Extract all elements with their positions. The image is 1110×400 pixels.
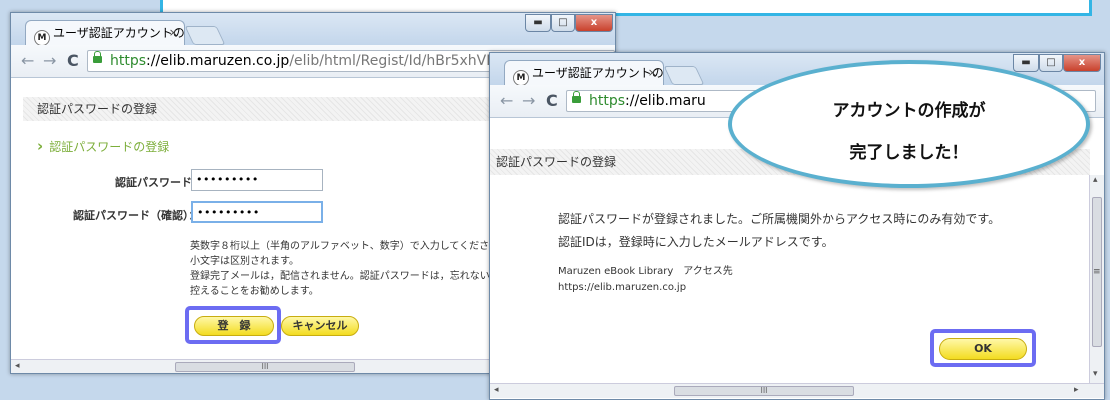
ok-button-highlight <box>930 329 1036 367</box>
tab-close-icon[interactable]: × <box>169 21 178 45</box>
scrollbar-thumb[interactable]: III <box>674 386 854 396</box>
close-button[interactable]: x <box>575 14 613 32</box>
back-arrow-icon[interactable]: ← <box>21 51 34 70</box>
scrollbar-grip-icon: III <box>261 362 269 371</box>
reload-icon[interactable]: C <box>67 51 79 70</box>
url-host: ://elib.maru <box>625 93 706 109</box>
browser-tab[interactable]: M ユーザ認証アカウントの × <box>504 60 664 85</box>
password-confirm-input[interactable]: ••••••••• <box>191 201 323 223</box>
access-info: Maruzen eBook Library アクセス先 https://elib… <box>558 266 733 293</box>
password-input[interactable]: ••••••••• <box>191 169 323 191</box>
reload-icon[interactable]: C <box>546 91 558 110</box>
maruzen-logo-icon: M <box>34 30 50 45</box>
register-button-highlight <box>185 306 281 344</box>
forward-arrow-icon[interactable]: → <box>522 91 535 110</box>
scrollbar-thumb[interactable]: III <box>175 362 355 372</box>
callout-line-1: アカウントの作成が <box>832 101 986 121</box>
maruzen-logo-icon: M <box>513 70 529 85</box>
url-path: /elib/html/Regist/Id/hBr5xhVPjH <box>289 53 510 69</box>
title-bar: M ユーザ認証アカウントの × ▬ □ x <box>11 13 615 45</box>
scrollbar-grip-icon: III <box>760 386 768 395</box>
scroll-right-icon[interactable]: ▸ <box>1074 385 1079 395</box>
forward-arrow-icon[interactable]: → <box>43 51 56 70</box>
cancel-button[interactable]: キャンセル <box>281 316 359 336</box>
back-arrow-icon[interactable]: ← <box>500 91 513 110</box>
maximize-button[interactable]: □ <box>1039 54 1063 72</box>
browser-tab[interactable]: M ユーザ認証アカウントの × <box>25 20 185 45</box>
close-button[interactable]: x <box>1063 54 1101 72</box>
scroll-left-icon[interactable]: ◂ <box>15 361 20 371</box>
vertical-scrollbar[interactable]: ▴ ≡ ▾ <box>1089 175 1104 383</box>
password-confirm-label: 認証パスワード（確認）： <box>73 209 200 222</box>
callout-line-2: 完了しました！ <box>849 143 969 163</box>
subsection-title: 認証パスワードの登録 <box>37 137 169 155</box>
scroll-left-icon[interactable]: ◂ <box>494 385 499 395</box>
scrollbar-grip-icon: ≡ <box>1093 267 1101 277</box>
url-scheme: https <box>110 53 147 69</box>
completion-callout: アカウントの作成が 完了しました！ <box>728 60 1090 188</box>
url-scheme: https <box>589 93 626 109</box>
tab-title: ユーザ認証アカウントの <box>532 66 664 80</box>
tab-title: ユーザ認証アカウントの <box>53 26 185 40</box>
new-tab-button[interactable] <box>663 66 705 85</box>
minimize-button[interactable]: ▬ <box>525 14 551 32</box>
password-label: 認証パスワード： <box>115 176 203 189</box>
horizontal-scrollbar[interactable]: ◂ III ▸ <box>490 383 1104 398</box>
lock-icon <box>572 91 581 103</box>
scroll-up-icon[interactable]: ▴ <box>1093 175 1098 185</box>
new-tab-button[interactable] <box>184 26 226 45</box>
minimize-button[interactable]: ▬ <box>1013 54 1039 72</box>
url-host: ://elib.maruzen.co.jp <box>146 53 290 69</box>
lock-icon <box>93 51 102 63</box>
tab-close-icon[interactable]: × <box>648 61 657 85</box>
completion-message: 認証パスワードが登録されました。ご所属機関外からアクセス時にのみ有効です。 認証… <box>558 212 1001 249</box>
scroll-down-icon[interactable]: ▾ <box>1093 369 1098 379</box>
maximize-button[interactable]: □ <box>551 14 575 32</box>
